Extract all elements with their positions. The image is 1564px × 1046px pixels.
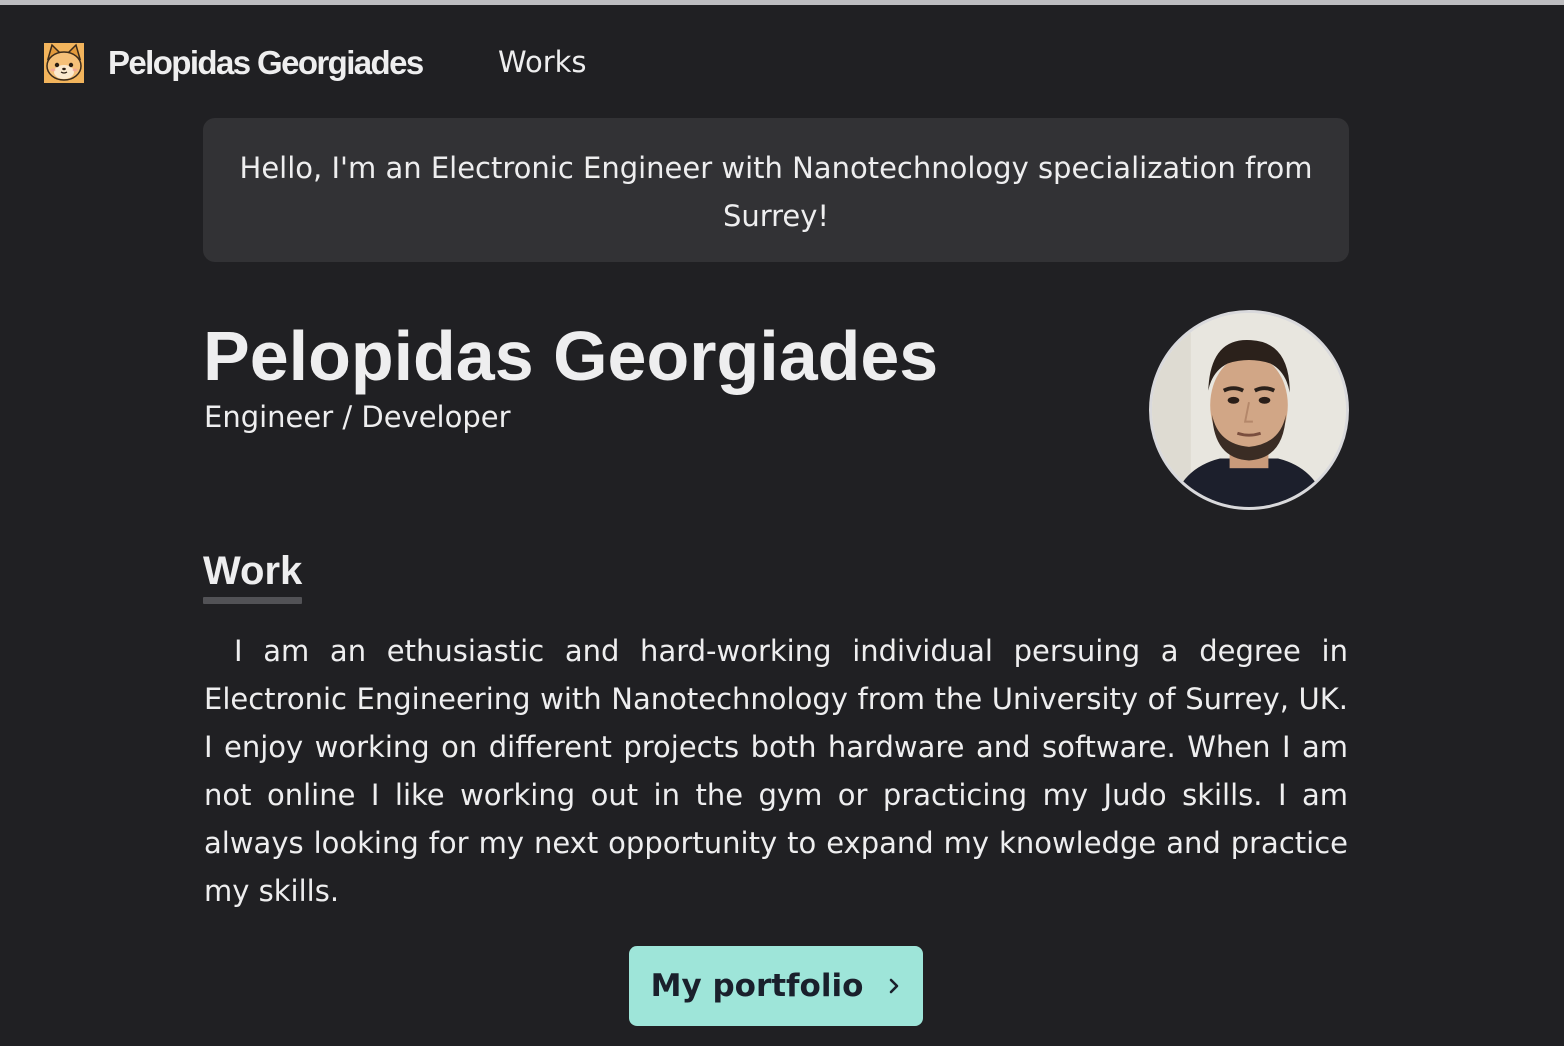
page-title: Pelopidas Georgiades [203,317,939,395]
section-heading-work: Work [203,549,303,593]
portfolio-button-label: My portfolio [650,968,864,1004]
navbar: Pelopidas Georgiades Works [0,5,1564,115]
nav-link-works[interactable]: Works [498,45,587,79]
profile-photo [1152,313,1346,507]
chevron-right-icon [890,978,899,994]
site-name: Pelopidas Georgiades [108,44,424,81]
bio-paragraph: I am an ethusiastic and hard-working ind… [204,634,1348,908]
avatar [1149,310,1349,510]
site-logo-link[interactable]: Pelopidas Georgiades [44,43,424,83]
section-underline [203,597,302,604]
profile-role: Engineer / Developer [204,400,511,434]
intro-banner: Hello, I'm an Electronic Engineer with N… [203,118,1349,262]
cat-face-icon [44,43,84,83]
portfolio-button[interactable]: My portfolio [629,946,923,1026]
